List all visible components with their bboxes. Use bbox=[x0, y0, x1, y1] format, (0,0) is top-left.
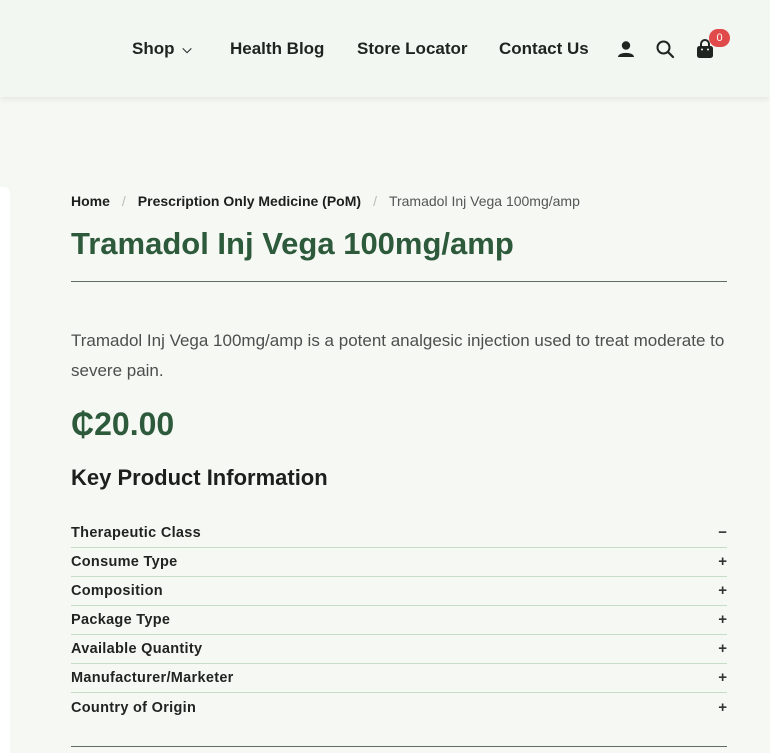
nav-shop-label: Shop bbox=[132, 39, 175, 58]
cart-count-badge: 0 bbox=[709, 29, 730, 47]
accordion-label: Manufacturer/Marketer bbox=[71, 670, 234, 686]
product-price: ₵20.00 bbox=[71, 406, 175, 442]
breadcrumb-category[interactable]: Prescription Only Medicine (PoM) bbox=[138, 193, 361, 209]
accordion-available-quantity[interactable]: Available Quantity + bbox=[71, 635, 727, 664]
accordion-label: Available Quantity bbox=[71, 641, 203, 657]
key-info-heading: Key Product Information bbox=[71, 465, 328, 490]
breadcrumb-current: Tramadol Inj Vega 100mg/amp bbox=[388, 193, 580, 209]
chevron-down-icon: ⌵ bbox=[182, 42, 192, 56]
accordion-composition[interactable]: Composition + bbox=[71, 577, 727, 606]
accordion-label: Consume Type bbox=[71, 554, 178, 570]
breadcrumb: Home / Prescription Only Medicine (PoM) / Tr… bbox=[71, 193, 580, 209]
section-divider bbox=[71, 746, 727, 747]
title-divider bbox=[71, 281, 727, 282]
accordion-label: Package Type bbox=[71, 612, 171, 628]
accordion-country-of-origin[interactable]: Country of Origin + bbox=[71, 693, 727, 722]
user-icon[interactable] bbox=[615, 38, 637, 60]
expand-icon[interactable]: + bbox=[718, 553, 727, 570]
site-header: Shop ⌵ Health Blog Store Locator Contact … bbox=[0, 0, 770, 97]
nav-shop[interactable]: Shop ⌵ bbox=[132, 38, 192, 60]
accordion-label: Country of Origin bbox=[71, 700, 197, 716]
key-info-accordion: Therapeutic Class − Consume Type + Compo… bbox=[71, 514, 727, 722]
collapse-icon[interactable]: − bbox=[718, 524, 727, 541]
expand-icon[interactable]: + bbox=[718, 640, 727, 657]
nav-store-locator[interactable]: Store Locator bbox=[357, 38, 468, 60]
accordion-consume-type[interactable]: Consume Type + bbox=[71, 548, 727, 577]
breadcrumb-separator: / bbox=[373, 193, 377, 209]
accordion-package-type[interactable]: Package Type + bbox=[71, 606, 727, 635]
product-description: Tramadol Inj Vega 100mg/amp is a potent … bbox=[71, 331, 725, 380]
product-title: Tramadol Inj Vega 100mg/amp bbox=[71, 226, 514, 261]
accordion-therapeutic-class[interactable]: Therapeutic Class − bbox=[71, 514, 727, 548]
side-panel-edge bbox=[0, 187, 10, 753]
breadcrumb-home[interactable]: Home bbox=[71, 193, 110, 209]
expand-icon[interactable]: + bbox=[718, 582, 727, 599]
expand-icon[interactable]: + bbox=[718, 669, 727, 686]
nav-contact-us[interactable]: Contact Us bbox=[499, 38, 589, 60]
accordion-label: Composition bbox=[71, 583, 163, 599]
breadcrumb-separator: / bbox=[121, 193, 126, 209]
expand-icon[interactable]: + bbox=[718, 699, 727, 716]
search-icon[interactable] bbox=[654, 38, 676, 60]
accordion-label: Therapeutic Class bbox=[71, 525, 202, 541]
nav-health-blog[interactable]: Health Blog bbox=[230, 38, 324, 60]
accordion-manufacturer[interactable]: Manufacturer/Marketer + bbox=[71, 664, 727, 693]
expand-icon[interactable]: + bbox=[718, 611, 727, 628]
